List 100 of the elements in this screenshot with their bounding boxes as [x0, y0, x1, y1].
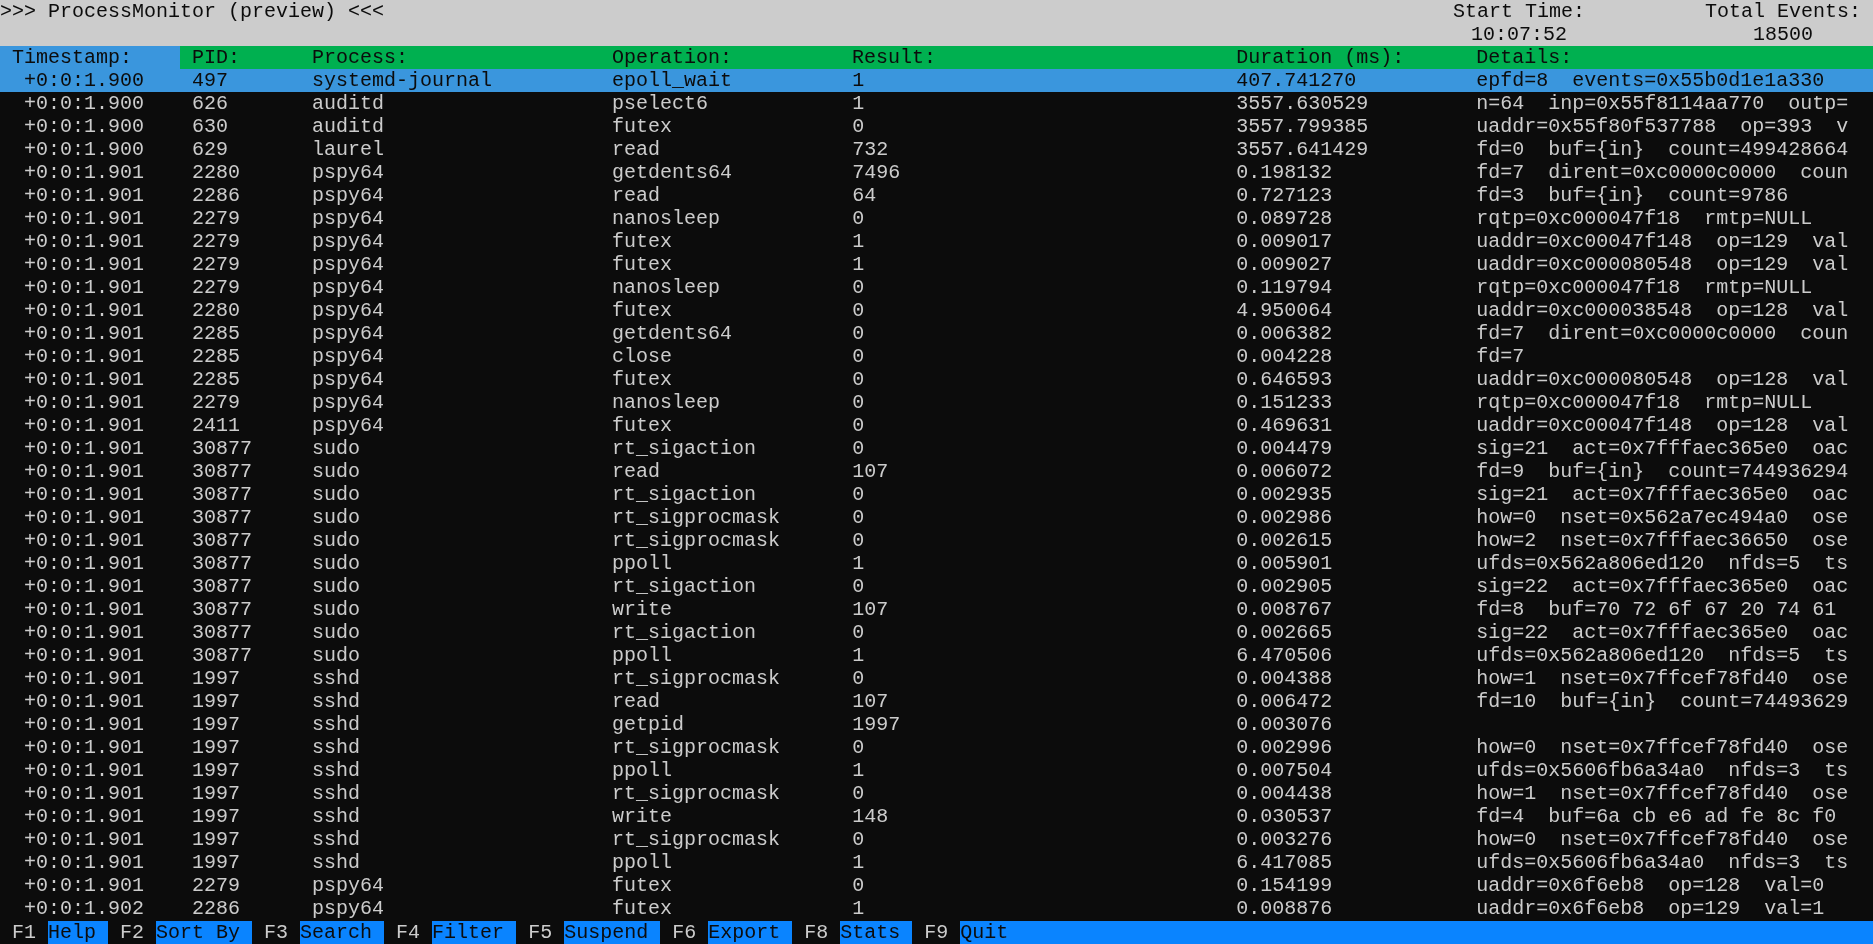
function-key: F1: [0, 921, 48, 944]
table-cell: rt_sigprocmask: [612, 828, 781, 851]
table-cell: fd=10 buf={in} count=74493629: [1476, 690, 1849, 713]
table-cell: 148: [852, 805, 889, 828]
column-header[interactable]: Timestamp:: [0, 46, 180, 69]
table-cell: 0: [852, 207, 865, 230]
table-cell: sudo: [312, 621, 361, 644]
table-cell: sshd: [312, 736, 361, 759]
table-cell: epoll_wait: [612, 69, 733, 92]
table-cell: +0:0:1.901: [24, 575, 145, 598]
table-cell: 30877: [192, 529, 253, 552]
table-cell: sshd: [312, 667, 361, 690]
table-cell: +0:0:1.901: [24, 437, 145, 460]
table-cell: 3557.641429: [1236, 138, 1369, 161]
table-cell: +0:0:1.901: [24, 851, 145, 874]
table-cell: 1: [852, 851, 865, 874]
table-cell: 30877: [192, 621, 253, 644]
table-cell: +0:0:1.901: [24, 713, 145, 736]
table-cell: pspy64: [312, 897, 385, 920]
table-cell: uaddr=0xc000080548 op=128 val: [1476, 368, 1849, 391]
table-cell: sudo: [312, 575, 361, 598]
table-cell: fd=7: [1476, 345, 1525, 368]
table-cell: 0.003276: [1236, 828, 1333, 851]
table-cell: sshd: [312, 690, 361, 713]
table-cell: +0:0:1.901: [24, 828, 145, 851]
table-cell: +0:0:1.901: [24, 483, 145, 506]
table-cell: uaddr=0xc000080548 op=129 val: [1476, 253, 1849, 276]
function-key: F3: [252, 921, 301, 944]
table-cell: 0.151233: [1236, 391, 1333, 414]
table-cell: 0: [852, 506, 865, 529]
table-cell: 2286: [192, 184, 241, 207]
table-cell: sudo: [312, 644, 361, 667]
table-cell: 0.004388: [1236, 667, 1333, 690]
table-cell: 2411: [192, 414, 241, 437]
table-cell: sudo: [312, 483, 361, 506]
table-cell: 30877: [192, 506, 253, 529]
table-cell: 2279: [192, 207, 241, 230]
table-row[interactable]: +0:0:1.900 497 systemd-journal epoll_wait 1 407.741270 epfd=8 events=0x55b0d1e1a330: [0, 69, 1873, 92]
table-cell: 1997: [192, 667, 241, 690]
table-cell: 1997: [192, 851, 241, 874]
table-cell: 1997: [192, 713, 241, 736]
table-cell: +0:0:1.900: [24, 115, 145, 138]
table-cell: pspy64: [312, 184, 385, 207]
table-cell: 0.198132: [1236, 161, 1333, 184]
table-cell: read: [612, 184, 661, 207]
table-cell: write: [612, 805, 673, 828]
table-cell: +0:0:1.901: [24, 759, 145, 782]
table-cell: rt_sigaction: [612, 621, 757, 644]
table-cell: sudo: [312, 506, 361, 529]
table-cell: +0:0:1.901: [24, 414, 145, 437]
table-cell: 0.002996: [1236, 736, 1333, 759]
table-cell: rqtp=0xc000047f18 rmtp=NULL: [1476, 207, 1813, 230]
table-cell: getdents64: [612, 161, 733, 184]
table-cell: +0:0:1.901: [24, 529, 145, 552]
table-cell: 0.030537: [1236, 805, 1333, 828]
table-cell: 0: [852, 322, 865, 345]
table-cell: 6.470506: [1236, 644, 1333, 667]
table-cell: auditd: [312, 115, 385, 138]
table-cell: 0: [852, 276, 865, 299]
table-cell: how=0 nset=0x7ffcef78fd40 ose: [1476, 828, 1849, 851]
table-cell: uaddr=0x6f6eb8 op=128 val=0: [1476, 874, 1825, 897]
table-cell: pspy64: [312, 414, 385, 437]
table-cell: futex: [612, 253, 673, 276]
stat-label: Start Time:: [1452, 0, 1585, 23]
table-cell: 4.950064: [1236, 299, 1333, 322]
table-cell: sig=22 act=0x7fffaec365e0 oac: [1476, 621, 1849, 644]
table-cell: write: [612, 598, 673, 621]
table-cell: 0: [852, 115, 865, 138]
table-cell: pspy64: [312, 322, 385, 345]
table-cell: 107: [852, 690, 889, 713]
table-cell: ufds=0x5606fb6a34a0 nfds=3 ts: [1476, 851, 1849, 874]
table-cell: 2279: [192, 874, 241, 897]
table-cell: pspy64: [312, 253, 385, 276]
table-cell: pspy64: [312, 207, 385, 230]
table-cell: read: [612, 690, 661, 713]
table-cell: 0.006072: [1236, 460, 1333, 483]
table-cell: 1: [852, 552, 865, 575]
table-cell: 2279: [192, 276, 241, 299]
table-cell: 1997: [192, 782, 241, 805]
table-cell: rt_sigaction: [612, 575, 757, 598]
table-cell: sudo: [312, 460, 361, 483]
table-cell: sig=21 act=0x7fffaec365e0 oac: [1476, 483, 1849, 506]
table-cell: 3557.630529: [1236, 92, 1369, 115]
table-cell: 2285: [192, 345, 241, 368]
table-cell: 1: [852, 230, 865, 253]
table-cell: +0:0:1.901: [24, 598, 145, 621]
table-cell: sshd: [312, 805, 361, 828]
function-key: F8: [792, 921, 841, 944]
table-cell: futex: [612, 897, 673, 920]
table-cell: 1997: [192, 690, 241, 713]
table-cell: 0.006472: [1236, 690, 1333, 713]
table-cell: sshd: [312, 713, 361, 736]
table-cell: nanosleep: [612, 276, 721, 299]
table-cell: 1: [852, 253, 865, 276]
table-cell: +0:0:1.901: [24, 207, 145, 230]
table-cell: epfd=8 events=0x55b0d1e1a330: [1476, 69, 1825, 92]
table-cell: +0:0:1.901: [24, 460, 145, 483]
table-cell: laurel: [312, 138, 385, 161]
table-cell: sshd: [312, 759, 361, 782]
table-cell: rt_sigprocmask: [612, 529, 781, 552]
